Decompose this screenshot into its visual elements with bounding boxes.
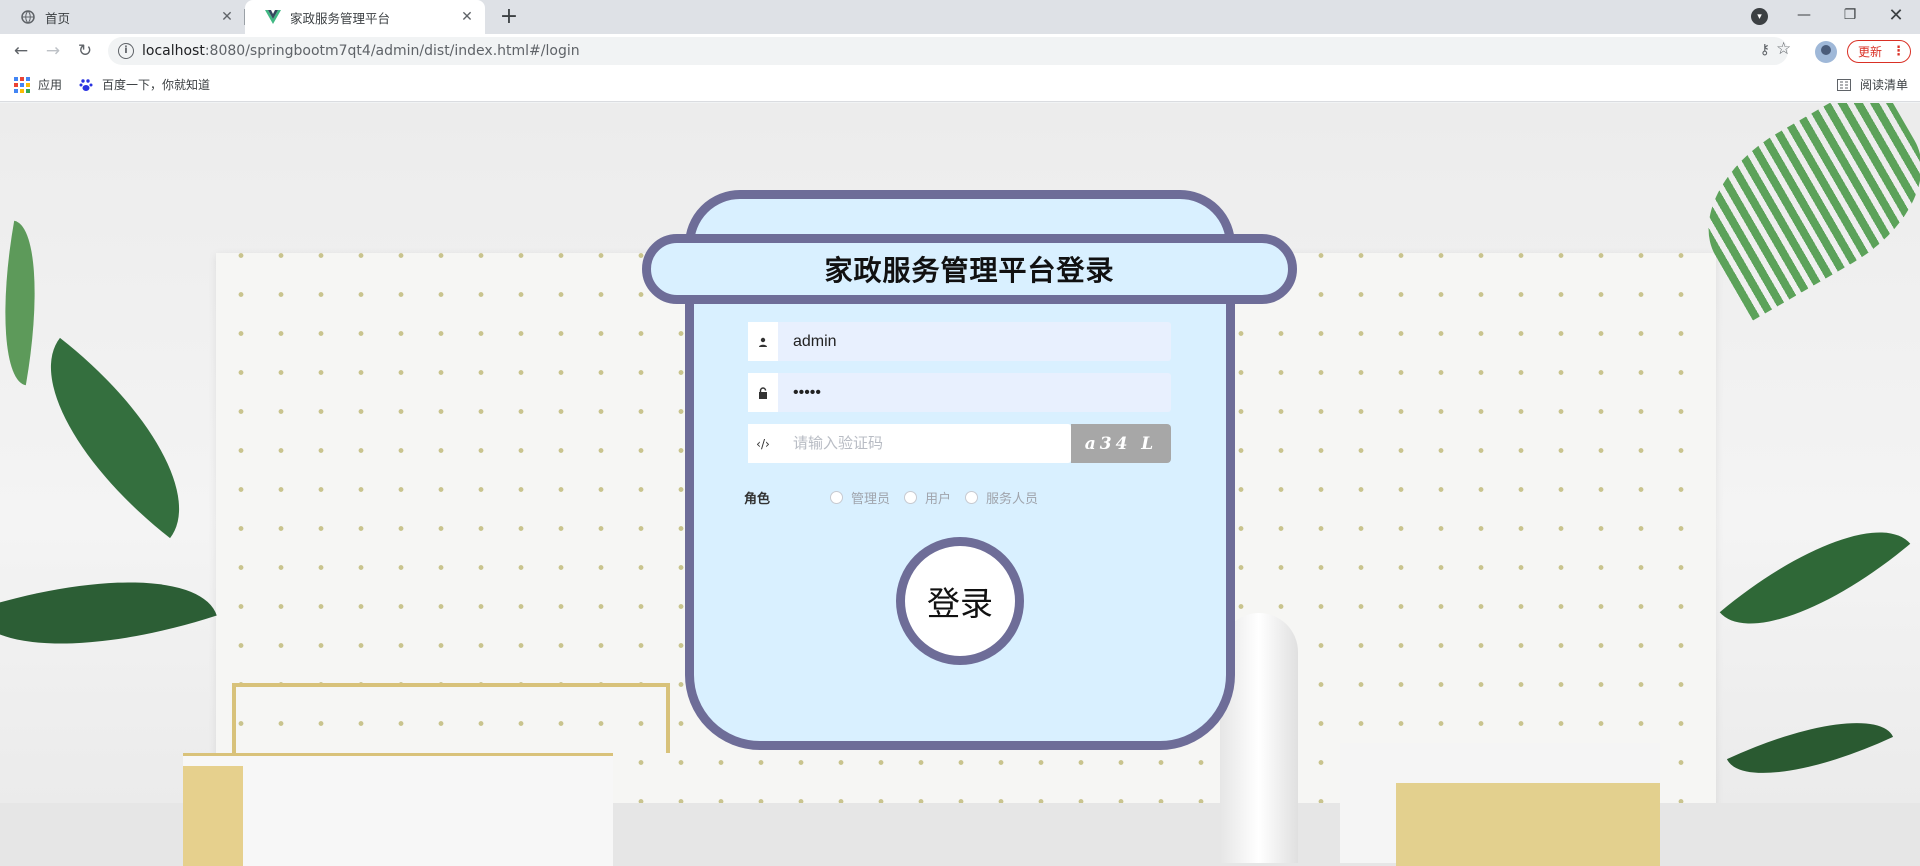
back-arrow-icon[interactable]: ← [9,39,33,63]
reading-list-label: 阅读清单 [1860,78,1909,92]
login-title: 家政服务管理平台登录 [824,254,1115,287]
role-option-label: 管理员 [851,491,891,507]
role-selector: 角色 管理员 用户 服务人员 [744,487,1052,507]
captcha-field: ‹/› [748,424,1071,463]
baidu-paw-icon [78,77,94,93]
minimize-icon[interactable]: — [1781,0,1827,30]
role-radio-admin[interactable]: 管理员 [830,488,890,507]
password-field [748,373,1171,412]
radio-circle[interactable] [965,490,979,504]
username-input[interactable] [778,322,1171,361]
code-icon: ‹/› [748,424,778,463]
more-menu-icon: ⋮ [1892,44,1906,59]
login-title-bar: 家政服务管理平台登录 [642,234,1297,304]
user-icon [748,322,778,361]
pedestal-right [1340,743,1660,866]
gold-frame [232,683,670,753]
key-icon[interactable]: ⚷ [1760,42,1770,58]
password-input[interactable] [778,373,1171,412]
captcha-image[interactable]: a34 L [1071,424,1171,463]
url-path: :8080/springbootm7qt4/admin/dist/index.h… [204,43,580,59]
close-icon[interactable]: ✕ [457,7,477,27]
globe-icon [20,9,36,25]
role-option-label: 用户 [925,491,952,507]
role-option-label: 服务人员 [986,491,1039,507]
info-icon[interactable]: i [118,43,134,59]
tab-home[interactable]: 首页 ✕ [0,0,245,34]
new-tab-button[interactable]: + [497,6,521,30]
tab-title: 家政服务管理平台 [290,10,391,26]
reading-list[interactable]: 阅读清单 [1836,76,1908,93]
star-icon[interactable]: ☆ [1776,39,1791,59]
tab-strip: 首页 ✕ 家政服务管理平台 ✕ + ▾ — ❐ ✕ [0,0,1920,34]
lock-icon [748,373,778,412]
reading-list-icon [1836,77,1852,93]
close-icon[interactable]: ✕ [217,7,237,27]
bookmark-baidu[interactable]: 百度一下，你就知道 [78,76,210,93]
reload-icon[interactable]: ↻ [73,39,97,63]
login-button[interactable]: 登录 [896,537,1024,665]
address-bar[interactable]: i localhost:8080/springbootm7qt4/admin/d… [108,37,1788,65]
bookmark-label: 应用 [38,78,63,92]
url-host: localhost [142,43,205,59]
vue-logo-icon [265,9,281,25]
role-label: 角色 [744,491,771,507]
pedestal-left [183,753,613,866]
radio-circle[interactable] [904,490,918,504]
role-radio-staff[interactable]: 服务人员 [965,488,1038,507]
browser-toolbar: ← → ↻ i localhost:8080/springbootm7qt4/a… [0,34,1920,68]
bookmark-apps[interactable]: 应用 [14,76,62,93]
bookmark-label: 百度一下，你就知道 [102,78,211,92]
tab-search-icon[interactable]: ▾ [1751,8,1768,25]
tab-login[interactable]: 家政服务管理平台 ✕ [245,0,485,34]
apps-grid-icon [14,76,30,93]
update-button[interactable]: 更新 ⋮ [1847,40,1911,63]
bookmarks-bar: 应用 百度一下，你就知道 阅读清单 [0,68,1920,102]
role-radio-user[interactable]: 用户 [904,488,951,507]
update-label: 更新 [1858,45,1883,59]
tab-title: 首页 [45,10,71,26]
radio-circle[interactable] [830,490,843,504]
window-close-icon[interactable]: ✕ [1873,0,1919,30]
forward-arrow-icon[interactable]: → [41,39,65,63]
username-field [748,322,1171,361]
restore-icon[interactable]: ❐ [1827,0,1873,30]
captcha-input[interactable] [778,424,1071,463]
profile-avatar[interactable] [1815,41,1837,63]
url-text[interactable]: localhost:8080/springbootm7qt4/admin/dis… [142,43,580,59]
